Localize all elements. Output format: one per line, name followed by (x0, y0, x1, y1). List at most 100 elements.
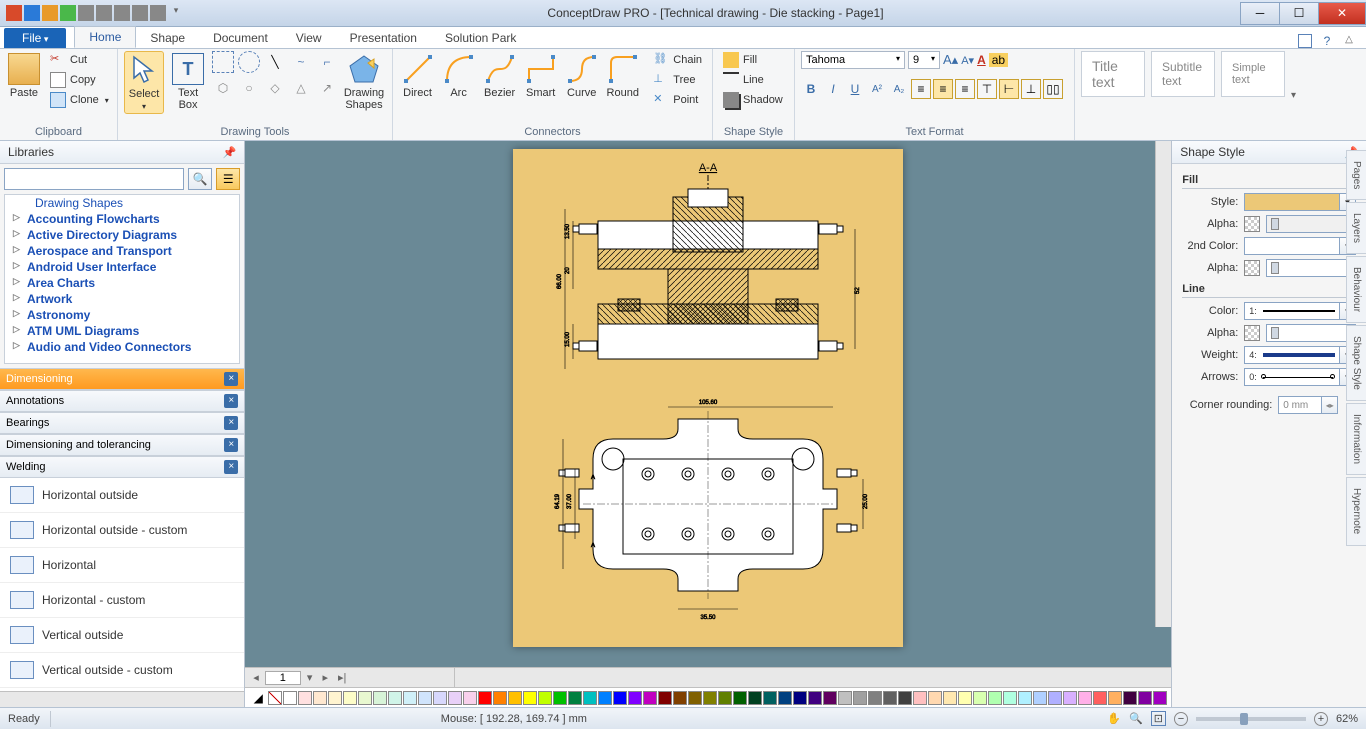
shape-item[interactable]: Horizontal outside - custom (0, 513, 244, 548)
color-swatch[interactable] (1108, 691, 1122, 705)
line-tool[interactable]: ╲ (264, 51, 286, 73)
line-alpha-slider[interactable] (1266, 324, 1356, 342)
page-prev[interactable]: ◂ (249, 671, 263, 684)
fill-style-field[interactable]: ▼ (1244, 193, 1356, 211)
color-swatch[interactable] (598, 691, 612, 705)
qa-icon-4[interactable] (78, 5, 94, 21)
color-swatch[interactable] (763, 691, 777, 705)
close-group-icon[interactable]: × (224, 372, 238, 386)
line-color-field[interactable]: 1:▼ (1244, 302, 1356, 320)
palette-none-icon[interactable] (268, 691, 282, 705)
page-dropdown[interactable]: ▾ (303, 671, 317, 684)
color-swatch[interactable] (913, 691, 927, 705)
color-swatch[interactable] (448, 691, 462, 705)
shape-item[interactable]: Vertical outside (0, 618, 244, 653)
color-swatch[interactable] (283, 691, 297, 705)
search-button[interactable]: 🔍 (188, 168, 212, 190)
color-swatch[interactable] (433, 691, 447, 705)
close-group-icon[interactable]: × (224, 460, 238, 474)
lib-item[interactable]: Android User Interface (5, 259, 239, 275)
color-swatch[interactable] (343, 691, 357, 705)
color-swatch[interactable] (463, 691, 477, 705)
lib-group[interactable]: Annotations× (0, 390, 244, 412)
point-mode[interactable]: ✕Point (649, 91, 706, 109)
shape-list[interactable]: Horizontal outside Horizontal outside - … (0, 478, 244, 691)
pin-icon[interactable]: 📌 (223, 146, 237, 159)
page-number[interactable]: 1 (265, 671, 301, 685)
fill-alpha-slider[interactable] (1266, 215, 1356, 233)
direct-connector[interactable]: Direct (399, 51, 436, 101)
tab-document[interactable]: Document (199, 28, 282, 48)
superscript-button[interactable]: A² (867, 79, 887, 99)
side-tab-pages[interactable]: Pages (1346, 150, 1366, 200)
color-swatch[interactable] (868, 691, 882, 705)
side-tab-hypernote[interactable]: Hypernote (1346, 477, 1366, 545)
lib-item[interactable]: Area Charts (5, 275, 239, 291)
tool-9[interactable]: △ (290, 77, 312, 99)
color-swatch[interactable] (538, 691, 552, 705)
color-swatch[interactable] (703, 691, 717, 705)
second-alpha-slider[interactable] (1266, 259, 1356, 277)
close-group-icon[interactable]: × (224, 438, 238, 452)
color-swatch[interactable] (973, 691, 987, 705)
bezier-connector[interactable]: Bezier (481, 51, 518, 101)
list-view-button[interactable]: ☰ (216, 168, 240, 190)
color-swatch[interactable] (313, 691, 327, 705)
zoom-level[interactable]: 62% (1336, 713, 1358, 725)
align-right-button[interactable]: ≡ (955, 79, 975, 99)
lib-item[interactable]: ATM UML Diagrams (5, 323, 239, 339)
color-swatch[interactable] (778, 691, 792, 705)
tab-view[interactable]: View (282, 28, 336, 48)
color-swatch[interactable] (823, 691, 837, 705)
copy-button[interactable]: Copy (46, 71, 113, 89)
color-swatch[interactable] (688, 691, 702, 705)
library-tree[interactable]: Drawing Shapes Accounting Flowcharts Act… (4, 194, 240, 364)
color-swatch[interactable] (958, 691, 972, 705)
qa-icon-6[interactable] (114, 5, 130, 21)
color-swatch[interactable] (1048, 691, 1062, 705)
shadow-button[interactable]: Shadow (719, 91, 787, 109)
color-swatch[interactable] (838, 691, 852, 705)
polyline-tool[interactable]: ⌐ (316, 51, 338, 73)
color-swatch[interactable] (1123, 691, 1137, 705)
subtitle-text-style[interactable]: Subtitle text (1151, 51, 1215, 97)
color-swatch[interactable] (988, 691, 1002, 705)
tool-10[interactable]: ↗ (316, 77, 338, 99)
columns-button[interactable]: ▯▯ (1043, 79, 1063, 99)
line-weight-field[interactable]: 4:▼ (1244, 346, 1356, 364)
color-swatch[interactable] (418, 691, 432, 705)
font-family-select[interactable]: Tahoma ▾ (801, 51, 905, 69)
color-swatch[interactable] (748, 691, 762, 705)
color-swatch[interactable] (388, 691, 402, 705)
lib-group[interactable]: Welding× (0, 456, 244, 478)
paste-button[interactable]: Paste (6, 51, 42, 101)
shape-item[interactable]: Horizontal - custom (0, 583, 244, 618)
palette-dropper-icon[interactable]: ◢ (249, 691, 267, 705)
tab-presentation[interactable]: Presentation (336, 28, 431, 48)
color-swatch[interactable] (658, 691, 672, 705)
tree-mode[interactable]: ⊥Tree (649, 71, 706, 89)
collapse-ribbon-icon[interactable]: △ (1342, 34, 1356, 48)
lib-item[interactable]: Aerospace and Transport (5, 243, 239, 259)
zoom-in-icon[interactable]: + (1314, 712, 1328, 726)
shape-item[interactable]: Horizontal outside (0, 478, 244, 513)
color-swatch[interactable] (358, 691, 372, 705)
select-tool[interactable]: Select ▾ (124, 51, 164, 114)
line-button[interactable]: Line (719, 71, 787, 89)
close-button[interactable]: ✕ (1318, 2, 1366, 25)
color-swatch[interactable] (643, 691, 657, 705)
left-panel-hscroll[interactable] (0, 691, 244, 707)
qa-icon-2[interactable] (42, 5, 58, 21)
maximize-button[interactable]: ☐ (1279, 2, 1319, 25)
canvas-hscroll[interactable] (455, 668, 1171, 687)
color-swatch[interactable] (1093, 691, 1107, 705)
arc-connector[interactable]: Arc (440, 51, 477, 101)
chain-mode[interactable]: ⛓Chain (649, 51, 706, 69)
italic-button[interactable]: I (823, 79, 843, 99)
qa-dropdown-icon[interactable]: ▾ (168, 5, 184, 21)
lib-item[interactable]: Active Directory Diagrams (5, 227, 239, 243)
color-swatch[interactable] (1078, 691, 1092, 705)
color-swatch[interactable] (478, 691, 492, 705)
qa-icon-8[interactable] (150, 5, 166, 21)
library-search-input[interactable] (4, 168, 184, 190)
